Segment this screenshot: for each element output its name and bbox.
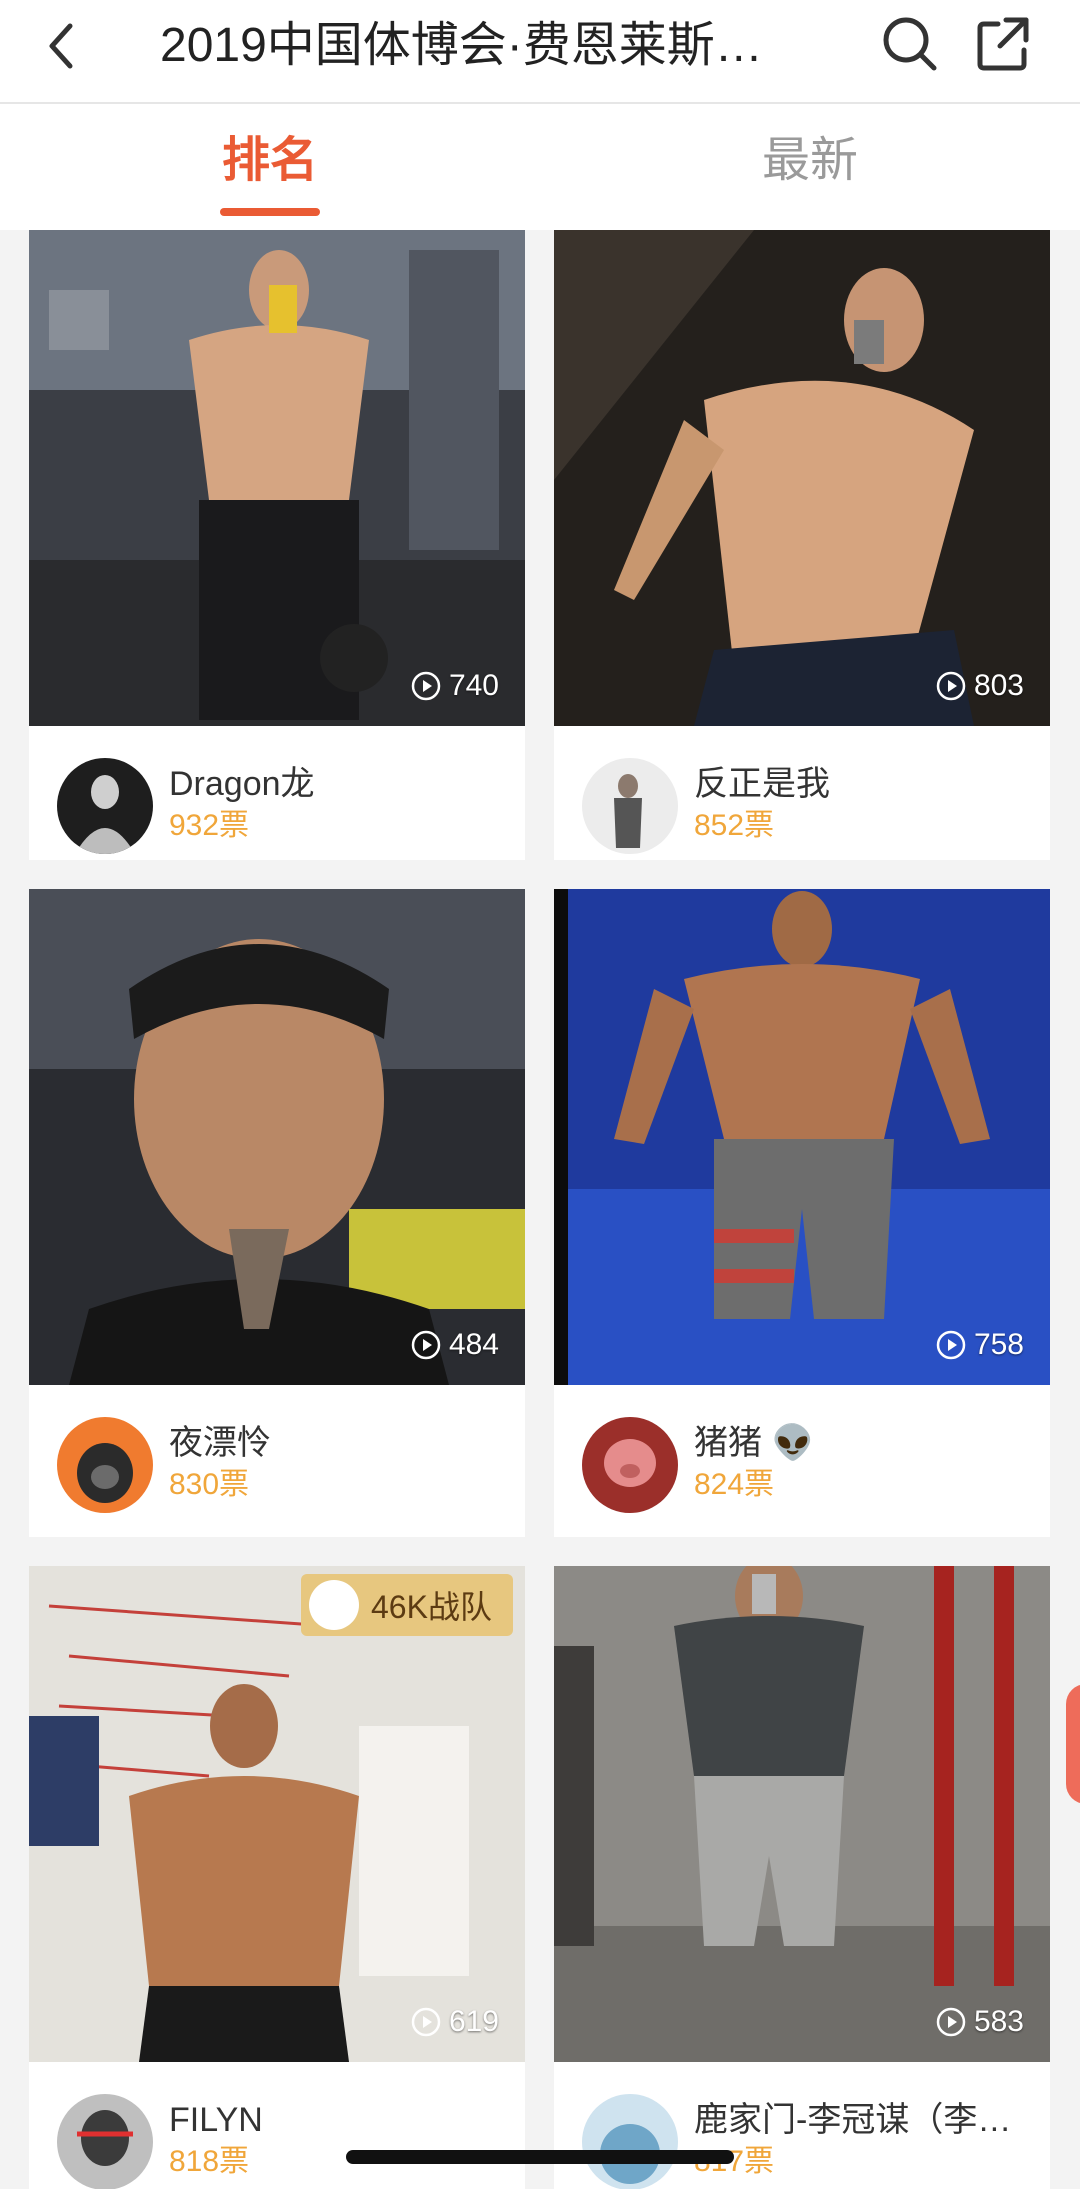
active-tab-indicator (220, 208, 320, 216)
entry-photo[interactable]: 803 (554, 230, 1050, 726)
team-badge: 46K战队 (301, 1574, 513, 1636)
view-count-text: 803 (973, 669, 1024, 702)
entry-photo[interactable]: 758 (554, 889, 1050, 1385)
avatar[interactable] (582, 2094, 678, 2189)
entry-card[interactable]: 803 反正是我 852票 (554, 230, 1050, 860)
avatar[interactable] (57, 1417, 153, 1513)
team-logo-icon (309, 1580, 359, 1630)
play-icon (936, 2007, 966, 2037)
user-name[interactable]: 反正是我 (694, 762, 1034, 806)
entry-card[interactable]: 758 猪猪 👽 824票 (554, 889, 1050, 1537)
entry-photo[interactable]: 46K战队 619 (29, 1566, 525, 2062)
play-icon (936, 1330, 966, 1360)
avatar[interactable] (57, 758, 153, 854)
floating-action-button[interactable] (1066, 1684, 1080, 1804)
vote-count: 830票 (169, 1468, 250, 1501)
tab-bar: 排名 最新 (0, 104, 1080, 230)
entry-photo[interactable]: 740 (29, 230, 525, 726)
view-count-text: 758 (973, 1328, 1024, 1361)
view-count: 740 (411, 668, 499, 704)
home-indicator (346, 2150, 734, 2164)
view-count-text: 583 (973, 2005, 1024, 2038)
avatar[interactable] (582, 1417, 678, 1513)
top-bar: 2019中国体博会·费恩莱斯… (0, 0, 1080, 104)
user-name[interactable]: FILYN (169, 2098, 509, 2142)
view-count: 758 (936, 1327, 1024, 1363)
entry-card[interactable]: 484 夜漂怜 830票 (29, 889, 525, 1537)
vote-count: 824票 (694, 1468, 775, 1501)
view-count: 619 (411, 2004, 499, 2040)
user-name[interactable]: Dragon龙 (169, 762, 509, 806)
vote-count: 818票 (169, 2145, 250, 2178)
team-label: 46K战队 (371, 1589, 492, 1625)
play-icon (411, 2007, 441, 2037)
play-icon (936, 671, 966, 701)
view-count-text: 619 (448, 2005, 499, 2038)
back-button[interactable] (40, 14, 100, 78)
tab-ranking[interactable]: 排名 (210, 126, 330, 196)
avatar[interactable] (57, 2094, 153, 2189)
view-count: 583 (936, 2004, 1024, 2040)
avatar[interactable] (582, 758, 678, 854)
entry-photo[interactable]: 484 (29, 889, 525, 1385)
user-name[interactable]: 鹿家门-李冠谋（李… (694, 2098, 1034, 2142)
play-icon (411, 671, 441, 701)
share-button[interactable] (972, 12, 1036, 76)
search-button[interactable] (878, 12, 942, 76)
page-title: 2019中国体博会·费恩莱斯… (160, 19, 763, 72)
view-count-text: 484 (448, 1328, 499, 1361)
entry-card[interactable]: 740 Dragon龙 932票 (29, 230, 525, 860)
vote-count: 932票 (169, 809, 250, 842)
user-name[interactable]: 猪猪 👽 (694, 1421, 1034, 1465)
view-count: 484 (411, 1327, 499, 1363)
entry-photo[interactable]: 583 (554, 1566, 1050, 2062)
tab-latest[interactable]: 最新 (750, 126, 870, 196)
user-name[interactable]: 夜漂怜 (169, 1421, 509, 1465)
vote-count: 852票 (694, 809, 775, 842)
view-count: 803 (936, 668, 1024, 704)
entry-card[interactable]: 583 鹿家门-李冠谋（李… 817票 (554, 1566, 1050, 2189)
share-icon (977, 17, 1029, 71)
chevron-left-icon (49, 23, 73, 69)
play-icon (411, 1330, 441, 1360)
search-icon (883, 17, 937, 71)
view-count-text: 740 (448, 669, 499, 702)
entry-card[interactable]: 46K战队 619 FILYN 818票 (29, 1566, 525, 2189)
